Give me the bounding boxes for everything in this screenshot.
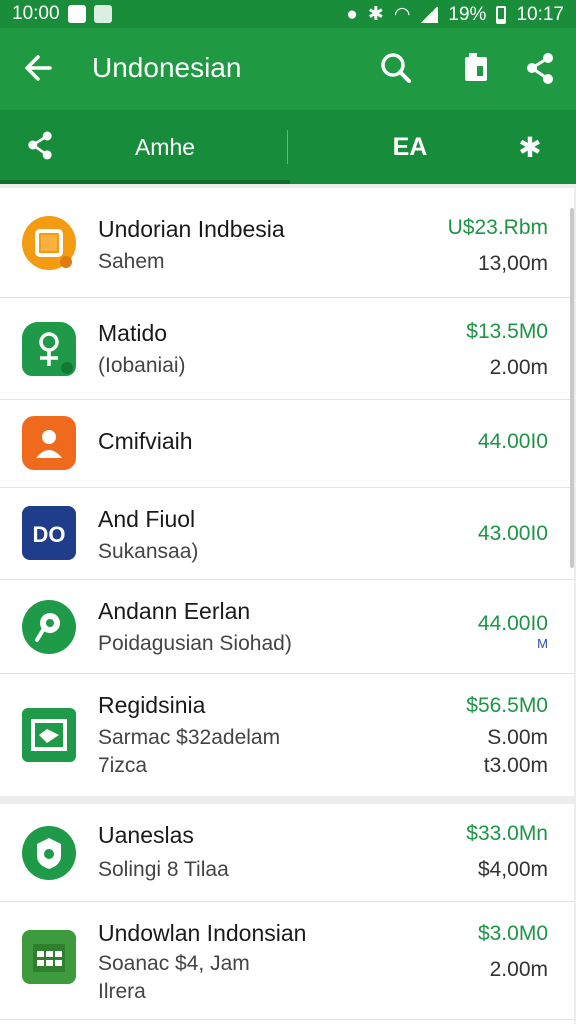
battery-percent: 19% — [448, 3, 487, 25]
item-subtitle: (Iobaniai) — [98, 354, 186, 377]
app-icon — [22, 416, 76, 470]
tab-amhe[interactable]: Amhe — [120, 110, 210, 184]
tab-divider — [287, 130, 288, 164]
app-icon — [22, 708, 76, 762]
item-amount-2: t3.00m — [483, 754, 548, 777]
list-item[interactable]: Undowlan Indonsian Soanac $4, Jam Ilrera… — [0, 902, 574, 1020]
back-arrow-icon[interactable] — [20, 48, 56, 88]
signal-icon — [420, 6, 439, 23]
status-left-text: 10:00 — [12, 3, 60, 24]
tab-share[interactable] — [18, 110, 62, 184]
list-item[interactable]: Andann Eerlan Poidagusian Siohad) 44.00I… — [0, 580, 574, 674]
search-icon[interactable] — [376, 48, 416, 88]
tab-ea[interactable]: EA — [380, 110, 440, 184]
share-icon — [22, 127, 58, 168]
tab-selected-indicator — [0, 180, 290, 184]
item-name: Uaneslas — [98, 822, 194, 848]
list-item[interactable]: Undorian Indbesia Sahem U$23.Rbm 13,00m — [0, 188, 574, 298]
status-bar: 10:00 ● ✱ ◠ 19% 10:17 — [0, 0, 576, 28]
app-icon: DO — [22, 506, 76, 560]
clock: 10:17 — [516, 3, 564, 25]
app-icon — [22, 322, 76, 376]
item-amount: $4,00m — [477, 858, 548, 881]
item-amount: 2.00m — [489, 356, 548, 379]
tab-star[interactable]: ✱ — [508, 110, 552, 184]
svg-text:DO: DO — [33, 522, 66, 547]
app-icon — [22, 216, 76, 270]
item-subtitle: Sukansaa) — [98, 540, 199, 563]
item-price: $56.5M0 — [466, 694, 548, 717]
item-name: And Fiuol — [98, 506, 196, 532]
item-price: $3.0M0 — [477, 922, 548, 945]
results-list: Undorian Indbesia Sahem U$23.Rbm 13,00m … — [0, 188, 574, 1024]
item-subtitle: Solingi 8 Tilaa — [98, 858, 229, 881]
item-amount: 13,00m — [477, 252, 548, 275]
item-price: 44.00I0 — [477, 612, 548, 635]
item-subtitle: Sahem — [98, 250, 165, 273]
list-item[interactable]: Matido (Iobaniai) $13.5M0 2.00m — [0, 298, 574, 400]
list-item[interactable]: Uaneslas Solingi 8 Tilaa $33.0Mn $4,00m — [0, 804, 574, 902]
item-name: Matido — [98, 320, 168, 346]
star-icon: ✱ — [518, 131, 542, 163]
item-name: Undorian Indbesia — [98, 216, 285, 242]
item-price: $33.0Mn — [466, 822, 548, 845]
item-subtitle: Soanac $4, Jam — [98, 952, 250, 975]
tab-bar: Amhe EA ✱ — [0, 110, 576, 184]
item-name: Andann Eerlan — [98, 598, 251, 624]
share-icon[interactable] — [520, 48, 560, 88]
item-subtitle-2: 7izca — [98, 754, 148, 777]
page-title: Undonesian — [92, 52, 242, 83]
item-price: $13.5M0 — [466, 320, 548, 343]
list-item[interactable]: DO And Fiuol Sukansaa) 43.00I0 — [0, 488, 574, 580]
item-subtitle-2: Ilrera — [98, 980, 146, 1003]
list-item[interactable]: Regidsinia Sarmac $32adelam 7izca $56.5M… — [0, 674, 574, 796]
item-price-note: M — [537, 636, 548, 651]
item-amount: 2.00m — [489, 958, 548, 981]
list-item[interactable]: Cmifviaih 44.00I0 — [0, 400, 574, 488]
bluetooth-icon: ✱ — [367, 4, 384, 25]
app-bar: Undonesian — [0, 28, 576, 110]
item-price: 43.00I0 — [477, 522, 548, 545]
app-icon — [22, 930, 76, 984]
item-price: U$23.Rbm — [447, 216, 548, 239]
section-divider — [0, 796, 574, 804]
item-subtitle: Sarmac $32adelam — [98, 726, 281, 749]
battery-icon — [496, 5, 507, 24]
item-name: Regidsinia — [98, 692, 206, 718]
notification-icon — [67, 5, 86, 23]
alarm-icon: ● — [346, 3, 358, 25]
app-notification-icon — [93, 5, 112, 23]
item-subtitle: Poidagusian Siohad) — [98, 632, 292, 655]
item-amount: S.00m — [487, 726, 548, 749]
app-icon — [22, 826, 76, 880]
wifi-icon: ◠ — [393, 4, 411, 25]
item-name: Undowlan Indonsian — [98, 920, 307, 946]
item-price: 44.00I0 — [477, 430, 548, 453]
item-name: Cmifviaih — [98, 428, 193, 454]
app-icon — [22, 600, 76, 654]
bookmark-icon[interactable] — [456, 48, 496, 88]
scrollbar[interactable] — [570, 208, 574, 568]
